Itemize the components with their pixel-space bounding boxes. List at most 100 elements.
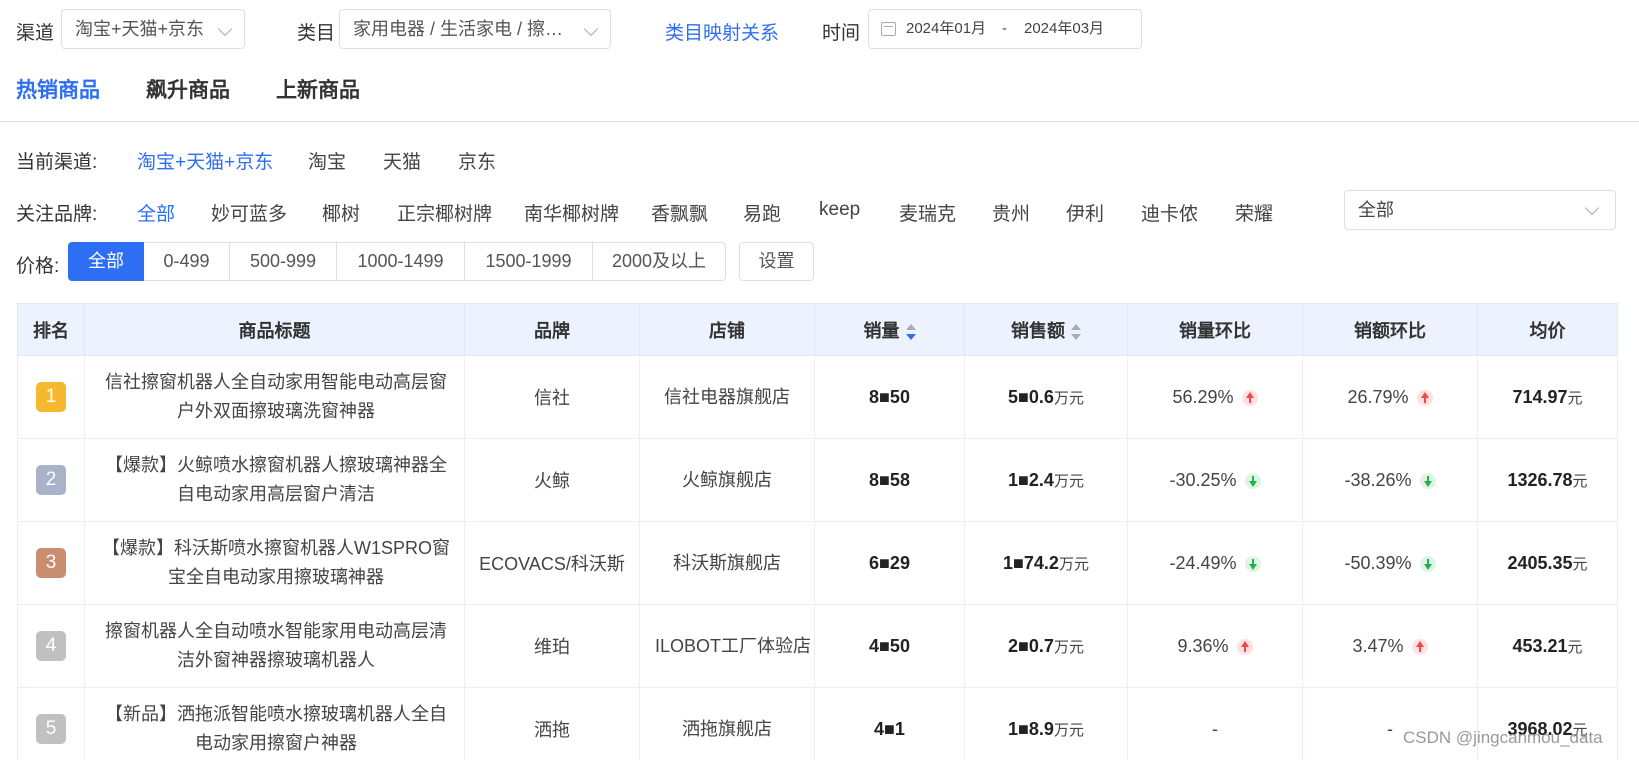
brand-option[interactable]: 伊利 — [1066, 199, 1104, 226]
table-row[interactable]: 5 【新品】洒拖派智能喷水擦玻璃机器人全自电动家用擦窗户神器 洒拖 洒拖旗舰店 4■1 1… — [17, 687, 1618, 760]
header-revenue[interactable]: 销售额 — [964, 303, 1128, 356]
header-label: 店铺 — [709, 320, 745, 341]
price-settings-button[interactable]: 设置 — [739, 242, 814, 281]
sales-cell: 4■50 — [814, 604, 965, 688]
brand-option[interactable]: 易跑 — [743, 199, 781, 226]
rank-badge: 1 — [36, 382, 66, 412]
category-label: 类目 — [297, 23, 336, 44]
shop-cell: ILOBOT工厂体验店 — [639, 604, 815, 688]
revenue-mom-value: - — [1387, 718, 1393, 739]
revenue-mom-value: 3.47% — [1352, 635, 1404, 656]
channel-option[interactable]: 天猫 — [383, 147, 421, 174]
brand-cell: ECOVACS/科沃斯 — [464, 521, 640, 605]
table-row[interactable]: 1 信社擦窗机器人全自动家用智能电动高层窗户外双面擦玻璃洗窗神器 信社 信社电器旗舰店… — [17, 355, 1618, 439]
date-range-picker[interactable]: 2024年01月 - 2024年03月 — [868, 9, 1142, 49]
arrow-down-icon — [1244, 472, 1261, 489]
sales-cell: 4■1 — [814, 687, 965, 760]
product-tabs: 热销商品 飙升商品 上新商品 — [0, 70, 1639, 122]
header-shop: 店铺 — [639, 303, 815, 356]
header-label: 商品标题 — [238, 320, 311, 341]
header-label: 销售额 — [1011, 320, 1065, 341]
sales-mom-value: - — [1212, 718, 1218, 739]
tab-rising-products[interactable]: 飙升商品 — [146, 74, 230, 104]
avg-price-value: 714.97 — [1512, 386, 1568, 407]
sales-mom-value: -24.49% — [1169, 552, 1237, 573]
channel-option[interactable]: 淘宝+天猫+京东 — [137, 147, 273, 174]
brand-option[interactable]: 迪卡侬 — [1141, 199, 1198, 226]
avg-price-cell: 2405.35元 — [1477, 521, 1618, 605]
brand-filter-label: 关注品牌: — [16, 204, 98, 225]
channel-select[interactable]: 淘宝+天猫+京东 — [61, 9, 245, 49]
tab-hot-products[interactable]: 热销商品 — [16, 74, 100, 104]
category-mapping-link[interactable]: 类目映射关系 — [665, 18, 779, 45]
brand-option[interactable]: 妙可蓝多 — [211, 199, 287, 226]
category-select-value: 家用电器 / 生活家电 / 擦… — [353, 19, 564, 39]
brand-option[interactable]: 荣耀 — [1235, 199, 1273, 226]
sort-icon[interactable] — [1071, 323, 1081, 340]
header-label: 均价 — [1529, 320, 1566, 341]
revenue-mom-value: -50.39% — [1344, 552, 1412, 573]
rank-cell: 3 — [17, 521, 85, 605]
date-start: 2024年01月 — [906, 20, 987, 37]
arrow-up-icon — [1241, 389, 1258, 406]
price-option[interactable]: 1000-1499 — [337, 242, 465, 281]
brand-option[interactable]: 麦瑞克 — [899, 199, 956, 226]
revenue-value: 2■0.7 — [1008, 635, 1054, 656]
brand-cell: 洒拖 — [464, 687, 640, 760]
tab-new-products[interactable]: 上新商品 — [276, 74, 360, 104]
product-title-link[interactable]: 【爆款】火鲸喷水擦窗机器人擦玻璃神器全自电动家用高层窗户清洁 — [84, 438, 465, 522]
price-option[interactable]: 500-999 — [230, 242, 337, 281]
sales-value: 8■50 — [869, 386, 910, 407]
shop-cell: 洒拖旗舰店 — [639, 687, 815, 760]
header-revenue-mom: 销额环比 — [1302, 303, 1478, 356]
arrow-up-icon — [1411, 638, 1428, 655]
revenue-mom-cell: - — [1302, 687, 1478, 760]
sales-value: 6■29 — [869, 552, 910, 573]
sort-icon[interactable] — [905, 323, 916, 340]
time-label: 时间 — [822, 23, 861, 44]
table-row[interactable]: 3 【爆款】科沃斯喷水擦窗机器人W1SPRO窗宝全自电动家用擦玻璃神器 ECOVAC… — [17, 521, 1618, 605]
sales-value: 4■50 — [869, 635, 910, 656]
sales-mom-value: 9.36% — [1177, 635, 1229, 656]
brand-option[interactable]: 香飘飘 — [651, 199, 708, 226]
sales-mom-cell: 56.29% — [1127, 355, 1303, 439]
date-end: 2024年03月 — [1024, 20, 1105, 37]
product-title-link[interactable]: 信社擦窗机器人全自动家用智能电动高层窗户外双面擦玻璃洗窗神器 — [84, 355, 465, 439]
price-filter-label: 价格: — [16, 256, 60, 277]
product-title-link[interactable]: 【新品】洒拖派智能喷水擦玻璃机器人全自电动家用擦窗户神器 — [84, 687, 465, 760]
product-title-link[interactable]: 擦窗机器人全自动喷水智能家用电动高层清洁外窗神器擦玻璃机器人 — [84, 604, 465, 688]
price-option[interactable]: 0-499 — [144, 242, 230, 281]
brand-option[interactable]: 贵州 — [992, 199, 1030, 226]
brand-option[interactable]: 正宗椰树牌 — [397, 199, 492, 226]
channel-select-value: 淘宝+天猫+京东 — [75, 19, 205, 39]
brand-option[interactable]: 椰树 — [322, 199, 360, 226]
rank-badge: 3 — [36, 548, 66, 578]
sales-mom-value: 56.29% — [1172, 386, 1234, 407]
revenue-unit: 万元 — [1053, 389, 1084, 407]
table-header-row: 排名 商品标题 品牌 店铺 销量 销售额 销量环比 销额环比 均价 — [17, 303, 1618, 356]
header-sales[interactable]: 销量 — [814, 303, 965, 356]
price-option[interactable]: 2000及以上 — [593, 242, 726, 281]
revenue-mom-cell: -38.26% — [1302, 438, 1478, 522]
rank-badge: 2 — [36, 465, 66, 495]
revenue-unit: 万元 — [1053, 638, 1084, 656]
avg-price-cell: 3968.02元 — [1477, 687, 1618, 760]
channel-option[interactable]: 淘宝 — [308, 147, 346, 174]
chevron-down-icon — [583, 21, 599, 37]
table-row[interactable]: 2 【爆款】火鲸喷水擦窗机器人擦玻璃神器全自电动家用高层窗户清洁 火鲸 火鲸旗舰店 8■… — [17, 438, 1618, 522]
arrow-down-icon — [1419, 555, 1436, 572]
price-option[interactable]: 全部 — [68, 242, 144, 281]
brand-option[interactable]: keep — [819, 199, 860, 221]
revenue-unit: 万元 — [1053, 721, 1084, 739]
channel-option[interactable]: 京东 — [458, 147, 496, 174]
brand-select[interactable]: 全部 — [1344, 190, 1616, 230]
table-row[interactable]: 4 擦窗机器人全自动喷水智能家用电动高层清洁外窗神器擦玻璃机器人 维珀 ILOBOT工… — [17, 604, 1618, 688]
product-title-link[interactable]: 【爆款】科沃斯喷水擦窗机器人W1SPRO窗宝全自电动家用擦玻璃神器 — [84, 521, 465, 605]
price-option[interactable]: 1500-1999 — [465, 242, 593, 281]
rank-cell: 5 — [17, 687, 85, 760]
category-select[interactable]: 家用电器 / 生活家电 / 擦… — [339, 9, 611, 49]
revenue-cell: 5■0.6万元 — [964, 355, 1128, 439]
rank-cell: 2 — [17, 438, 85, 522]
brand-option[interactable]: 全部 — [137, 199, 175, 226]
brand-option[interactable]: 南华椰树牌 — [524, 199, 619, 226]
